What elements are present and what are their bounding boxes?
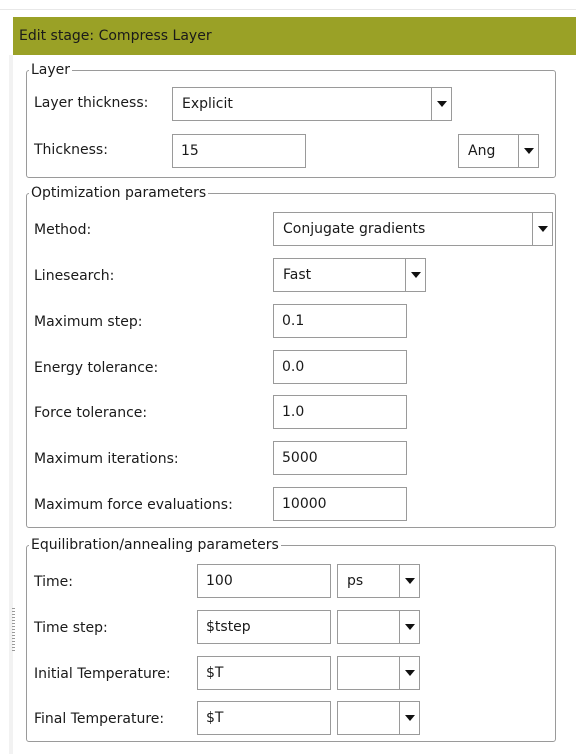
stage-header: Edit stage: Compress Layer: [13, 17, 576, 55]
chevron-down-icon[interactable]: [399, 611, 419, 643]
max-step-input[interactable]: [273, 304, 407, 338]
method-value: Conjugate gradients: [283, 221, 426, 237]
force-tolerance-label: Force tolerance:: [34, 405, 148, 421]
max-force-evaluations-input[interactable]: [273, 487, 407, 521]
chevron-down-icon[interactable]: [399, 702, 419, 734]
linesearch-label: Linesearch:: [34, 268, 115, 284]
chevron-down-icon[interactable]: [399, 565, 419, 597]
thickness-label: Thickness:: [34, 142, 108, 158]
chevron-down-icon[interactable]: [532, 213, 552, 245]
thickness-unit-select[interactable]: Ang: [458, 134, 539, 168]
equilibration-legend: Equilibration/annealing parameters: [31, 537, 279, 553]
chevron-down-icon[interactable]: [518, 135, 538, 167]
force-tolerance-input[interactable]: [273, 395, 407, 429]
stage-title: Edit stage: Compress Layer: [19, 28, 212, 44]
initial-temperature-input[interactable]: [197, 656, 331, 690]
final-temperature-input[interactable]: [197, 701, 331, 735]
initial-temperature-label: Initial Temperature:: [34, 666, 171, 682]
time-label: Time:: [34, 574, 73, 590]
chevron-down-icon[interactable]: [399, 657, 419, 689]
layer-thickness-select[interactable]: Explicit: [172, 87, 452, 121]
method-label: Method:: [34, 222, 92, 238]
splitter-grip-icon[interactable]: [12, 608, 15, 652]
method-select[interactable]: Conjugate gradients: [273, 212, 553, 246]
time-step-unit-select[interactable]: [337, 610, 420, 644]
max-step-label: Maximum step:: [34, 314, 143, 330]
max-iterations-input[interactable]: [273, 441, 407, 475]
chevron-down-icon[interactable]: [431, 88, 451, 120]
layer-legend: Layer: [31, 62, 71, 78]
max-force-evaluations-label: Maximum force evaluations:: [34, 497, 233, 513]
energy-tolerance-input[interactable]: [273, 350, 407, 384]
time-step-input[interactable]: [197, 610, 331, 644]
final-temperature-unit-select[interactable]: [337, 701, 420, 735]
time-unit-value: ps: [347, 573, 364, 589]
optimization-legend: Optimization parameters: [31, 185, 207, 201]
layer-thickness-value: Explicit: [182, 96, 233, 112]
layer-thickness-label: Layer thickness:: [34, 95, 149, 111]
chevron-down-icon[interactable]: [405, 259, 425, 291]
time-input[interactable]: [197, 564, 331, 598]
time-step-label: Time step:: [34, 620, 108, 636]
final-temperature-label: Final Temperature:: [34, 711, 165, 727]
linesearch-select[interactable]: Fast: [273, 258, 426, 292]
max-iterations-label: Maximum iterations:: [34, 451, 179, 467]
time-unit-select[interactable]: ps: [337, 564, 420, 598]
top-divider: [0, 0, 576, 10]
energy-tolerance-label: Energy tolerance:: [34, 360, 159, 376]
thickness-unit-value: Ang: [468, 143, 496, 159]
linesearch-value: Fast: [283, 267, 312, 283]
initial-temperature-unit-select[interactable]: [337, 656, 420, 690]
thickness-input[interactable]: [172, 134, 306, 168]
